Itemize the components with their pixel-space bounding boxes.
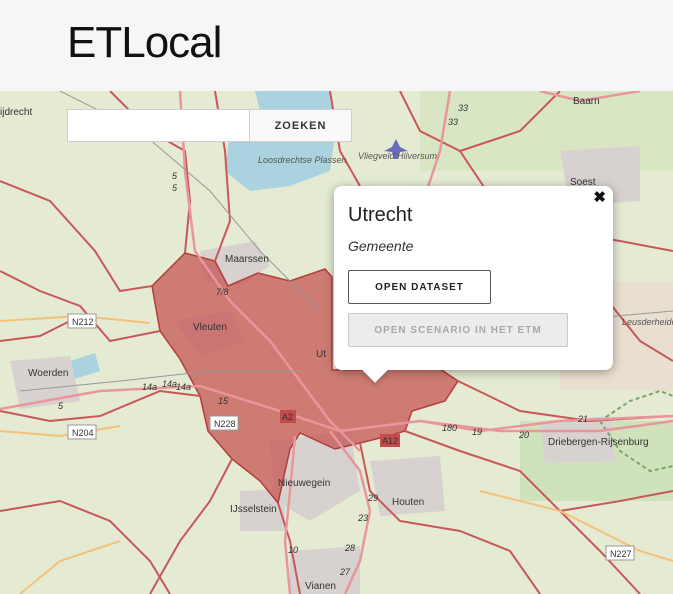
svg-text:33: 33 (448, 117, 458, 127)
search-bar: ZOEKEN (67, 109, 352, 142)
svg-text:29: 29 (367, 493, 378, 503)
search-input[interactable] (67, 109, 249, 142)
place-label: Ut (316, 349, 326, 360)
svg-text:180: 180 (442, 423, 457, 433)
place-label: IJsselstein (230, 504, 277, 515)
region-popup: ✖ Utrecht Gemeente OPEN DATASET OPEN SCE… (334, 186, 613, 383)
svg-text:21: 21 (577, 414, 588, 424)
app-title[interactable]: ETLocal (67, 18, 222, 68)
svg-text:28: 28 (344, 543, 355, 553)
popup-subtitle: Gemeente (348, 238, 414, 254)
popup-title: Utrecht (348, 204, 413, 226)
svg-text:14a: 14a (142, 382, 157, 392)
place-label: Vliegveld Hilversum (358, 151, 438, 161)
open-scenario-button[interactable]: OPEN SCENARIO IN HET ETM (348, 313, 568, 347)
svg-text:14a: 14a (162, 379, 177, 389)
svg-text:7/8: 7/8 (216, 287, 229, 297)
svg-text:19: 19 (472, 427, 482, 437)
svg-text:A2: A2 (282, 412, 293, 422)
place-label: Loosdrechtse Plassen (258, 155, 347, 165)
svg-text:N204: N204 (72, 428, 94, 438)
place-label: Nieuwegein (278, 478, 330, 489)
place-label: Woerden (28, 368, 68, 379)
close-icon[interactable]: ✖ (593, 188, 606, 206)
app-header: ETLocal (0, 0, 673, 91)
open-dataset-button[interactable]: OPEN DATASET (348, 270, 491, 304)
svg-text:N227: N227 (610, 549, 632, 559)
svg-text:N228: N228 (214, 419, 236, 429)
svg-text:15: 15 (218, 396, 229, 406)
svg-text:20: 20 (518, 430, 529, 440)
place-label: Vianen (305, 581, 336, 592)
svg-text:N212: N212 (72, 317, 94, 327)
svg-text:A12: A12 (382, 436, 398, 446)
svg-text:23: 23 (357, 513, 368, 523)
place-label: Baarn (573, 96, 600, 107)
svg-text:27: 27 (339, 567, 351, 577)
svg-text:10: 10 (288, 545, 298, 555)
place-label: ijdrecht (0, 107, 32, 118)
svg-text:14a: 14a (176, 382, 191, 392)
place-label: Vleuten (193, 322, 227, 333)
place-label: Houten (392, 497, 424, 508)
search-button[interactable]: ZOEKEN (249, 109, 352, 142)
place-label: Maarssen (225, 254, 269, 265)
svg-text:33: 33 (458, 103, 468, 113)
place-label: Leusderheide (622, 317, 673, 327)
place-label: Driebergen-Rijsenburg (548, 437, 649, 448)
map-view[interactable]: ijdrecht Baarn Soest Loosdrechtse Plasse… (0, 91, 673, 594)
